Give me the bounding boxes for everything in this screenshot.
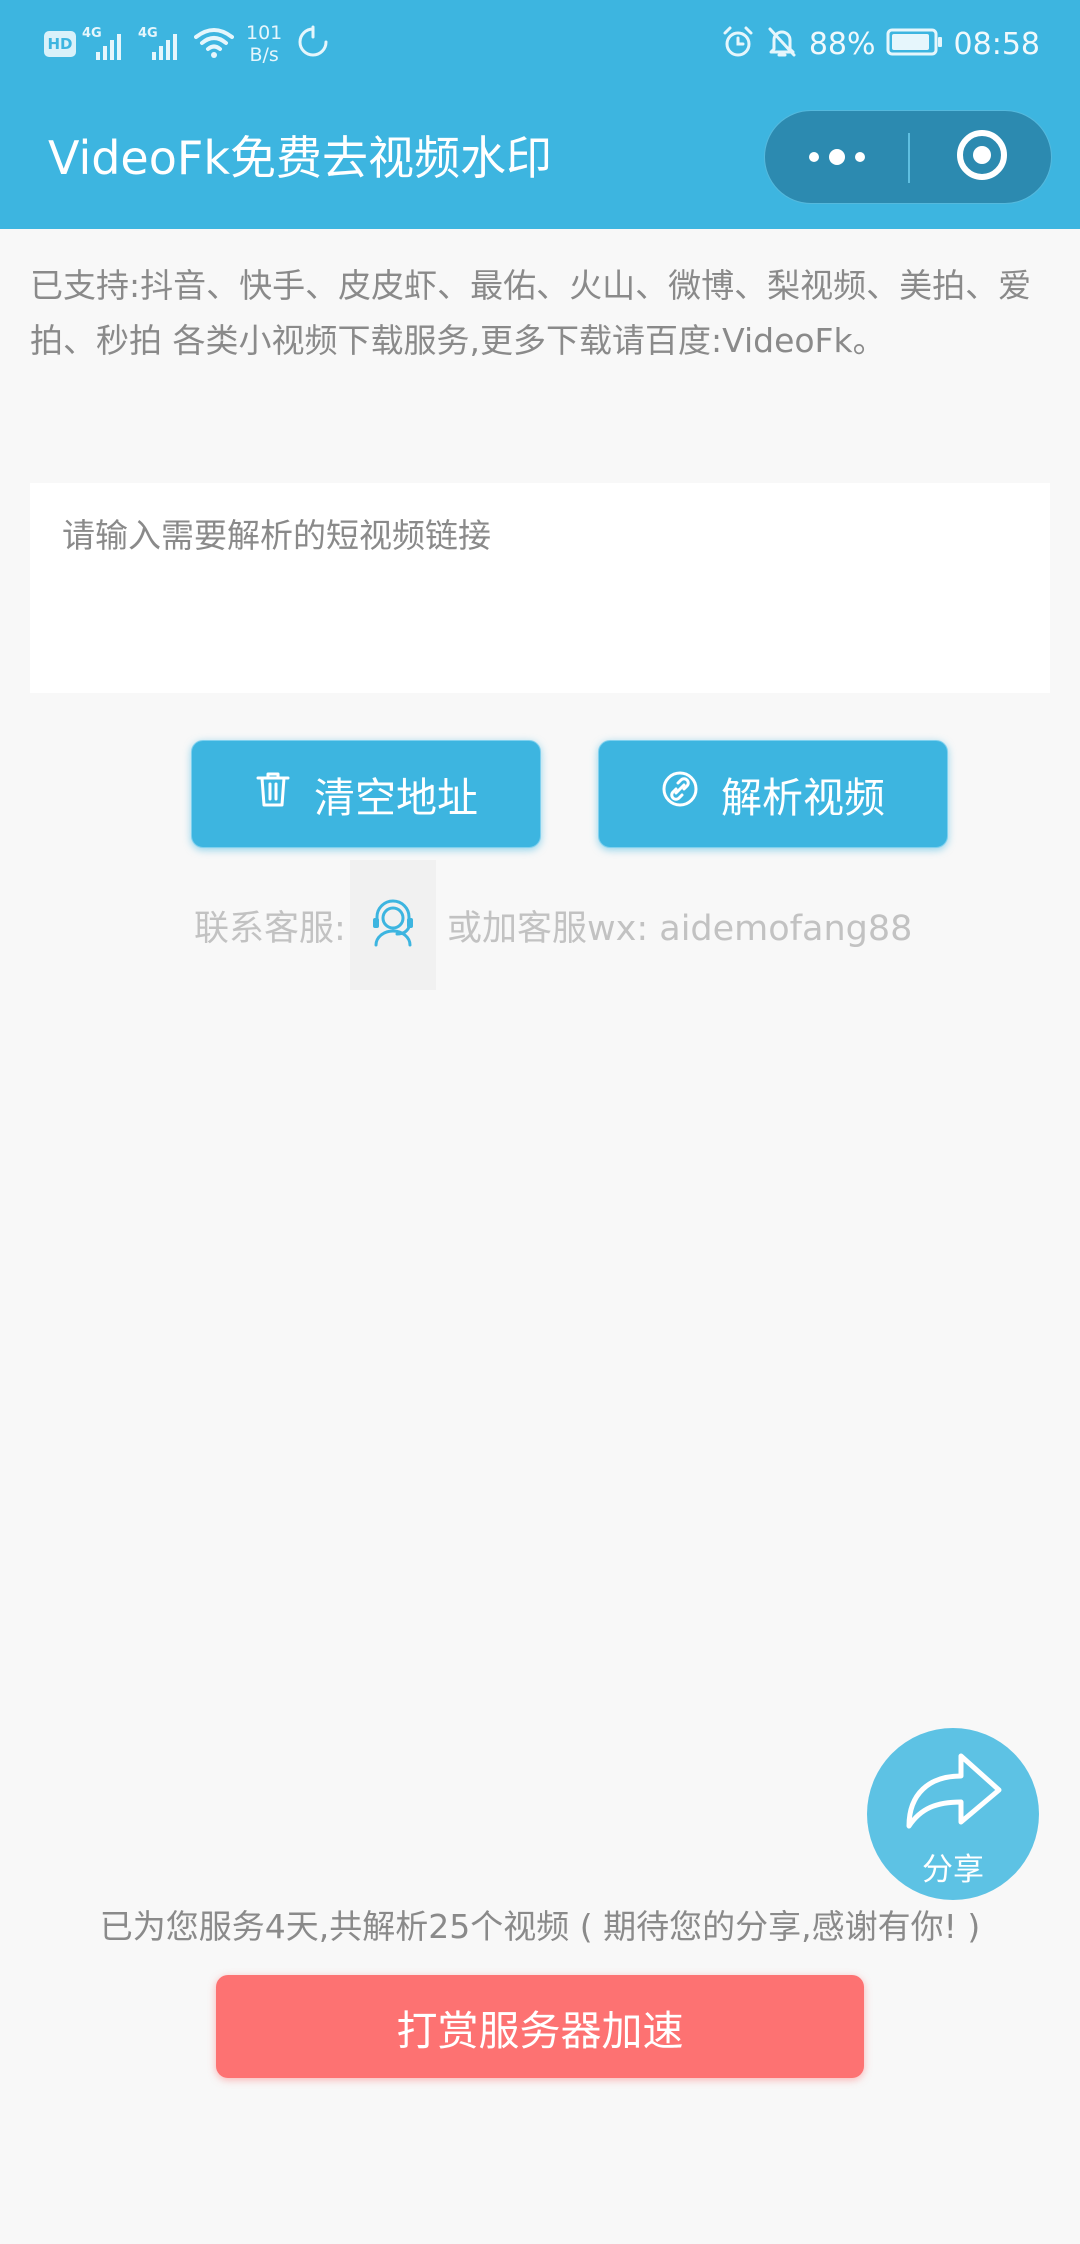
clock: 08:58 <box>953 26 1040 62</box>
status-bar: HD 4G 4G 101 B/s 88% 08:58 <box>0 0 1080 88</box>
alarm-icon <box>721 25 755 63</box>
data-saver-icon <box>296 25 330 63</box>
status-left: HD 4G 4G 101 B/s <box>44 16 330 72</box>
close-target-icon <box>955 128 1009 186</box>
share-button[interactable]: 分享 <box>867 1728 1039 1900</box>
mini-program-page: HD 4G 4G 101 B/s 88% 08:58 VideoFk免费去视频水… <box>0 0 1080 2244</box>
trash-icon <box>254 769 292 819</box>
contact-wechat-text: 或加客服wx: aidemofang88 <box>447 909 913 949</box>
hd-badge: HD <box>44 31 76 57</box>
link-icon <box>661 770 699 818</box>
clear-address-button[interactable]: 清空地址 <box>191 740 541 848</box>
service-stats-text: 已为您服务4天,共解析25个视频 ( 期待您的分享,感谢有你! ) <box>99 1907 981 1946</box>
contact-label: 联系客服: <box>194 909 346 949</box>
clear-address-label: 清空地址 <box>314 774 478 822</box>
wifi-icon <box>194 25 234 63</box>
parse-video-label: 解析视频 <box>721 774 885 822</box>
close-button[interactable] <box>910 111 1053 203</box>
battery-icon <box>886 27 944 61</box>
donate-button[interactable]: 打赏服务器加速 <box>216 1975 864 2078</box>
more-button[interactable] <box>765 111 908 203</box>
battery-percent: 88% <box>808 26 876 62</box>
parse-video-button[interactable]: 解析视频 <box>598 740 948 848</box>
status-right: 88% 08:58 <box>721 16 1040 72</box>
nav-bar: VideoFk免费去视频水印 <box>0 88 1080 229</box>
customer-service-button[interactable] <box>350 860 436 990</box>
bell-muted-icon <box>765 25 799 63</box>
network-speed: 101 B/s <box>246 22 282 66</box>
customer-service-icon <box>368 897 418 953</box>
donate-label: 打赏服务器加速 <box>396 2006 684 2055</box>
share-arrow-icon <box>901 1746 1005 1836</box>
speed-unit: B/s <box>249 44 279 66</box>
contact-row: 联系客服: 或加客服wx: aidemofang88 <box>190 860 913 990</box>
more-dots-icon <box>808 149 865 165</box>
url-input-box <box>30 483 1050 693</box>
header: HD 4G 4G 101 B/s 88% 08:58 VideoFk免费去视频水… <box>0 0 1080 229</box>
url-input[interactable] <box>30 483 1050 693</box>
signal-icon-1: 4G <box>82 24 132 64</box>
speed-value: 101 <box>246 22 283 44</box>
signal-icon-2: 4G <box>138 24 188 64</box>
supported-platforms-text: 已支持:抖音、快手、皮皮虾、最佑、火山、微博、梨视频、美拍、爱拍、秒拍 各类小视… <box>30 266 1032 360</box>
share-label: 分享 <box>922 1852 984 1888</box>
menu-capsule <box>764 110 1052 204</box>
nav-title: VideoFk免费去视频水印 <box>48 131 552 185</box>
